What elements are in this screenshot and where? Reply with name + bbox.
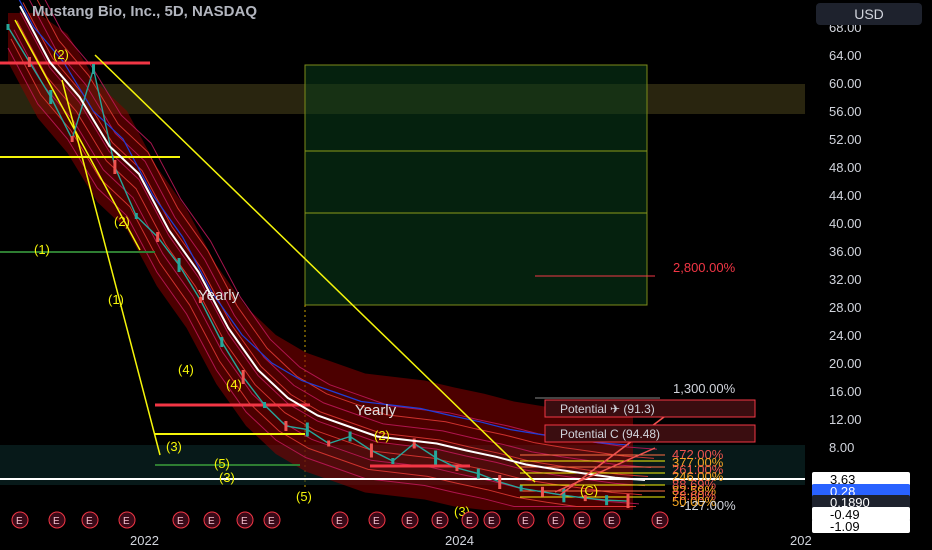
price-candle <box>391 458 395 464</box>
chart-title: Mustang Bio, Inc., 5D, NASDAQ <box>32 3 258 20</box>
price-candle <box>369 443 373 458</box>
earnings-marker-label: E <box>123 516 130 527</box>
price-candle <box>177 258 181 272</box>
earnings-marker-label: E <box>336 516 343 527</box>
price-badge-label: -1.09 <box>830 519 860 534</box>
x-tick-label: 2022 <box>130 533 159 548</box>
price-candle <box>113 160 117 174</box>
yearly-annotation: Yearly <box>198 287 240 304</box>
price-badge <box>812 507 910 521</box>
y-tick-label: 64.00 <box>829 48 862 63</box>
level-label: 2,800.00% <box>673 260 736 275</box>
price-candle <box>49 90 53 104</box>
price-candle <box>305 422 309 437</box>
x-tick-label: 202 <box>790 533 812 548</box>
earnings-marker-label: E <box>436 516 443 527</box>
x-tick-label: 2024 <box>445 533 474 548</box>
y-tick-label: 40.00 <box>829 216 862 231</box>
y-tick-label: 32.00 <box>829 272 862 287</box>
price-candle <box>284 421 288 431</box>
wave-label: (5) <box>214 456 230 471</box>
earnings-marker-label: E <box>406 516 413 527</box>
y-tick-label: 36.00 <box>829 244 862 259</box>
wave-label: (2) <box>53 47 69 62</box>
price-candle <box>476 468 480 479</box>
wave-label: (3) <box>219 470 235 485</box>
wave-label: (3) <box>166 439 182 454</box>
earnings-marker-label: E <box>16 516 23 527</box>
price-candle <box>434 450 438 465</box>
y-tick-label: 48.00 <box>829 160 862 175</box>
earnings-marker-label: E <box>656 516 663 527</box>
price-chart[interactable]: 2,800.00%1,300.00%472.00%377.00%261.00%2… <box>0 0 932 550</box>
price-candle <box>327 440 331 447</box>
earnings-marker-label: E <box>552 516 559 527</box>
price-badge <box>812 472 910 486</box>
earnings-marker-label: E <box>522 516 529 527</box>
price-candle <box>220 337 224 347</box>
y-tick-label: 24.00 <box>829 328 862 343</box>
wave-label: (2) <box>114 214 130 229</box>
price-candle <box>263 402 267 408</box>
y-tick-label: 20.00 <box>829 356 862 371</box>
yearly-annotation: Yearly <box>355 402 397 419</box>
y-tick-label: 56.00 <box>829 104 862 119</box>
wave-label: (4) <box>226 377 242 392</box>
y-tick-label: 28.00 <box>829 300 862 315</box>
y-tick-label: 52.00 <box>829 132 862 147</box>
y-tick-label: 44.00 <box>829 188 862 203</box>
price-candle <box>92 64 96 74</box>
price-candle <box>134 213 138 219</box>
target-zone <box>305 65 647 305</box>
earnings-marker-label: E <box>241 516 248 527</box>
price-candle <box>540 486 544 497</box>
price-candle <box>6 24 10 30</box>
price-candle <box>519 485 523 492</box>
earnings-marker-label: E <box>177 516 184 527</box>
earnings-marker-label: E <box>86 516 93 527</box>
price-candle <box>70 136 74 142</box>
price-candle <box>626 494 630 509</box>
level-label: 1,300.00% <box>673 381 736 396</box>
time-axis <box>0 530 812 550</box>
wave-label: (C) <box>580 483 598 498</box>
price-candle <box>605 495 609 506</box>
earnings-marker-label: E <box>488 516 495 527</box>
potential-label: Potential ✈ (91.3) <box>560 402 655 416</box>
earnings-marker-label: E <box>53 516 60 527</box>
y-tick-label: 16.00 <box>829 384 862 399</box>
earnings-marker-label: E <box>208 516 215 527</box>
price-candle <box>455 465 459 471</box>
level-label: -127.00% <box>680 498 736 513</box>
y-tick-label: 12.00 <box>829 412 862 427</box>
y-tick-label: 8.00 <box>829 440 854 455</box>
earnings-marker-label: E <box>578 516 585 527</box>
wave-label: (5) <box>296 489 312 504</box>
earnings-marker-label: E <box>373 516 380 527</box>
price-candle <box>156 232 160 242</box>
currency-selector[interactable]: USD <box>816 3 922 25</box>
price-candle <box>241 370 245 384</box>
earnings-marker-label: E <box>466 516 473 527</box>
earnings-marker-label: E <box>268 516 275 527</box>
wave-label: (2) <box>374 428 390 443</box>
earnings-marker-label: E <box>608 516 615 527</box>
y-tick-label: 60.00 <box>829 76 862 91</box>
wave-label: (1) <box>34 242 50 257</box>
price-candle <box>27 57 31 67</box>
price-candle <box>498 475 502 489</box>
wave-label: (1) <box>108 292 124 307</box>
price-candle <box>348 431 352 442</box>
wave-label: (4) <box>178 362 194 377</box>
potential-label: Potential C (94.48) <box>560 427 660 441</box>
price-badge <box>812 519 910 533</box>
